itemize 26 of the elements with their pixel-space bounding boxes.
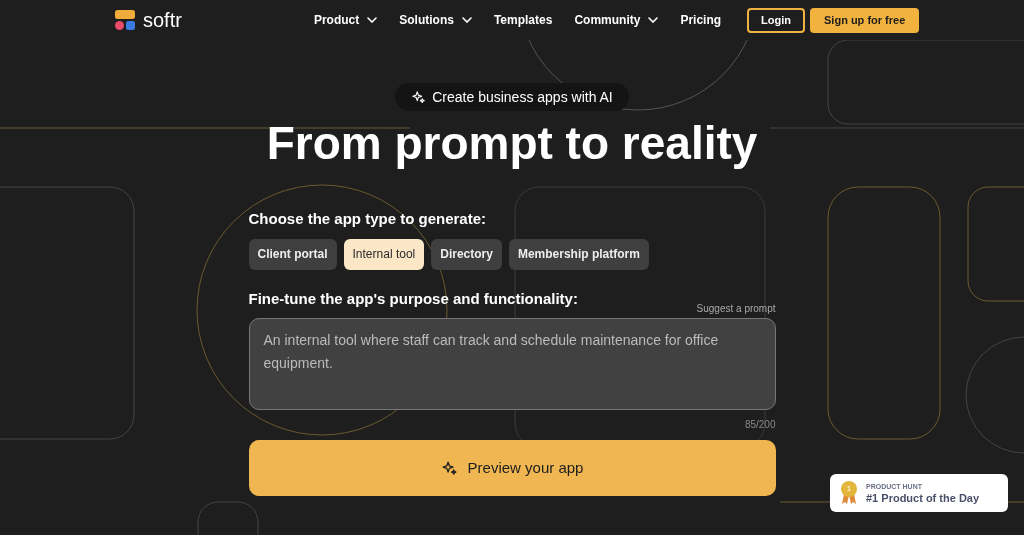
pill-text: Create business apps with AI bbox=[432, 87, 613, 107]
nav-link[interactable]: Pricing bbox=[680, 11, 722, 29]
medal-icon bbox=[840, 481, 858, 505]
suggest-prompt-link[interactable]: Suggest a prompt bbox=[696, 301, 776, 316]
sparkle-icon bbox=[440, 459, 458, 477]
preview-button[interactable]: Preview your app bbox=[248, 440, 776, 496]
badge-title: #1 Product of the Day bbox=[866, 490, 980, 505]
hero-title: From prompt to reality bbox=[266, 116, 758, 171]
logo-text: softr bbox=[143, 10, 182, 30]
signup-button[interactable]: Sign up for free bbox=[810, 7, 920, 33]
logo-icon bbox=[115, 10, 135, 30]
app-type-chip[interactable]: Membership platform bbox=[508, 238, 649, 270]
app-type-chip[interactable]: Internal tool bbox=[343, 238, 425, 270]
nav-link[interactable]: Product bbox=[313, 11, 378, 29]
login-button[interactable]: Login bbox=[747, 7, 805, 33]
character-counter: 85/200 bbox=[744, 418, 776, 432]
app-type-chip[interactable]: Client portal bbox=[248, 238, 337, 270]
medal-number: 1 bbox=[845, 484, 853, 494]
nav-link[interactable]: Solutions bbox=[399, 11, 472, 29]
sparkle-icon bbox=[411, 89, 427, 105]
nav-link[interactable]: Community bbox=[574, 11, 659, 29]
nav-link[interactable]: Templates bbox=[493, 11, 553, 29]
app-type-chip[interactable]: Directory bbox=[431, 238, 502, 270]
app-type-label: Choose the app type to generate: bbox=[248, 209, 488, 229]
prompt-label: Fine-tune the app's purpose and functionality: bbox=[248, 288, 578, 309]
prompt-field[interactable]: An internal tool where staff can track and schedule maintenance for office equipment. bbox=[248, 318, 776, 410]
